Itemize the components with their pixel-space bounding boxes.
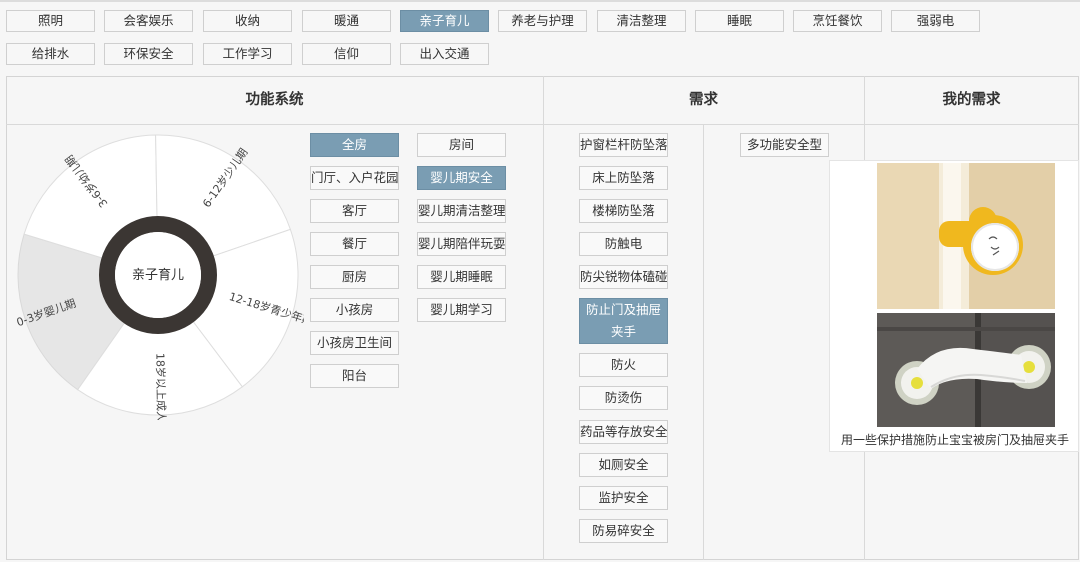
- need-window-guard[interactable]: 护窗栏杆防坠落: [579, 133, 668, 157]
- needs-header: 需求: [689, 92, 718, 108]
- need-bed-fall[interactable]: 床上防坠落: [579, 166, 668, 190]
- need-electric-shock[interactable]: 防触电: [579, 232, 668, 256]
- need-door-drawer-pinch[interactable]: 防止门及抽屉夹手: [579, 298, 668, 344]
- category-tab-faith[interactable]: 信仰: [302, 43, 391, 65]
- subsystem-infant-play[interactable]: 婴儿期陪伴玩耍: [417, 232, 506, 256]
- wheel-center-label: 亲子育儿: [132, 267, 184, 283]
- category-tab-cleaning[interactable]: 清洁整理: [597, 10, 686, 32]
- product-preview-card: 用一些保护措施防止宝宝被房门及抽屉夹手: [829, 160, 1079, 452]
- top-divider: [0, 0, 1080, 2]
- room-entrance[interactable]: 门厅、入户花园: [310, 166, 399, 190]
- my-needs-header: 我的需求: [942, 92, 1001, 108]
- category-tab-hvac[interactable]: 暖通: [302, 10, 391, 32]
- room-kids[interactable]: 小孩房: [310, 298, 399, 322]
- room-kitchen[interactable]: 厨房: [310, 265, 399, 289]
- category-tab-cooking[interactable]: 烹饪餐饮: [793, 10, 882, 32]
- door-stopper-photo: [877, 163, 1055, 309]
- need-stair-fall[interactable]: 楼梯防坠落: [579, 199, 668, 223]
- need-fragile-safety[interactable]: 防易碎安全: [579, 519, 668, 543]
- category-tab-storage[interactable]: 收纳: [203, 10, 292, 32]
- column-divider-1: [543, 76, 544, 560]
- needs-inner-divider: [703, 124, 704, 560]
- room-dining[interactable]: 餐厅: [310, 232, 399, 256]
- category-tab-entertainment[interactable]: 会客娱乐: [104, 10, 193, 32]
- category-tab-eco-safety[interactable]: 环保安全: [104, 43, 193, 65]
- category-tab-transport[interactable]: 出入交通: [400, 43, 489, 65]
- category-tab-plumbing[interactable]: 给排水: [6, 43, 95, 65]
- need-supervision[interactable]: 监护安全: [579, 486, 668, 510]
- function-system-header: 功能系统: [245, 92, 304, 108]
- need-sharp-objects[interactable]: 防尖锐物体磕碰: [579, 265, 668, 289]
- subsystem-room[interactable]: 房间: [417, 133, 506, 157]
- need-burns[interactable]: 防烫伤: [579, 386, 668, 410]
- subsystem-infant-sleep[interactable]: 婴儿期睡眠: [417, 265, 506, 289]
- subsystem-infant-cleaning[interactable]: 婴儿期清洁整理: [417, 199, 506, 223]
- need-fire[interactable]: 防火: [579, 353, 668, 377]
- category-tab-parenting[interactable]: 亲子育儿: [400, 10, 489, 32]
- category-tab-electrical[interactable]: 强弱电: [891, 10, 980, 32]
- category-tab-work-study[interactable]: 工作学习: [203, 43, 292, 65]
- room-living[interactable]: 客厅: [310, 199, 399, 223]
- need-toilet-safety[interactable]: 如厕安全: [579, 453, 668, 477]
- room-whole-house[interactable]: 全房: [310, 133, 399, 157]
- category-tab-lighting[interactable]: 照明: [6, 10, 95, 32]
- category-tab-sleep[interactable]: 睡眠: [695, 10, 784, 32]
- life-stage-wheel: 0-3岁婴儿期 3-6岁幼儿期 6-12岁少儿期 12-18岁青少年期 18岁以…: [14, 134, 304, 420]
- category-tab-elderly-care[interactable]: 养老与护理: [498, 10, 587, 32]
- room-balcony[interactable]: 阳台: [310, 364, 399, 388]
- subsystem-infant-safety[interactable]: 婴儿期安全: [417, 166, 506, 190]
- room-kids-bathroom[interactable]: 小孩房卫生间: [310, 331, 399, 355]
- need-medicine-storage[interactable]: 药品等存放安全: [579, 420, 668, 444]
- subsystem-infant-learning[interactable]: 婴儿期学习: [417, 298, 506, 322]
- drawer-lock-photo: [877, 313, 1055, 427]
- product-caption: 用一些保护措施防止宝宝被房门及抽屉夹手: [840, 433, 1069, 447]
- wheel-label-adult: 18岁以上成人期: [153, 353, 168, 420]
- need-option-multifunction[interactable]: 多功能安全型: [740, 133, 829, 157]
